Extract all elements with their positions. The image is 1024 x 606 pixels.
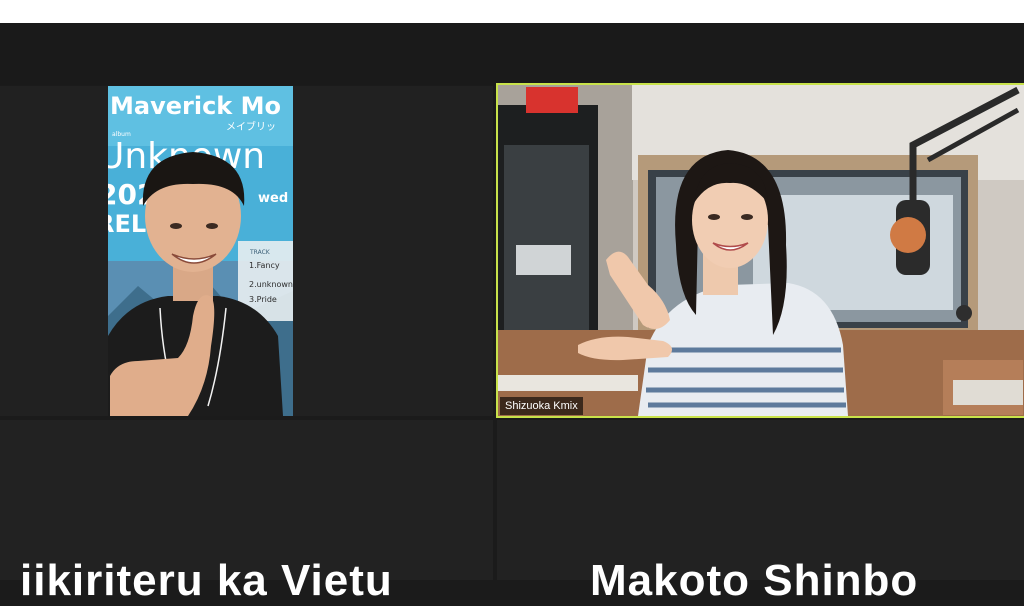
participant-name-tag: Shizuoka Kmix [500,397,583,415]
top-bar [0,0,1024,23]
poster-katakana-text: メイブリッ [226,120,276,133]
toolbar-band [0,23,1024,85]
video-tile-participant-1[interactable]: Maverick Mo メイブリッ album Unknown 2021.5.5… [0,86,493,416]
poster-track-1: 1.Fancy [249,261,280,270]
participant-4-name: Makoto Shinbo [590,556,919,605]
poster-artist-text: Maverick Mo [110,92,281,120]
poster-weekday-text: wed [258,191,288,206]
poster-track-3: 3.Pride [249,295,277,304]
poster-track-2: 2.unknown [249,280,293,289]
participant-3-name: iikiriteru ka Vietu [20,556,393,605]
video-feed-participant-2 [498,85,1024,416]
video-tile-participant-2[interactable]: Shizuoka Kmix [496,83,1024,418]
poster-track-header: TRACK [249,249,271,256]
video-feed-participant-1: Maverick Mo メイブリッ album Unknown 2021.5.5… [108,86,293,416]
